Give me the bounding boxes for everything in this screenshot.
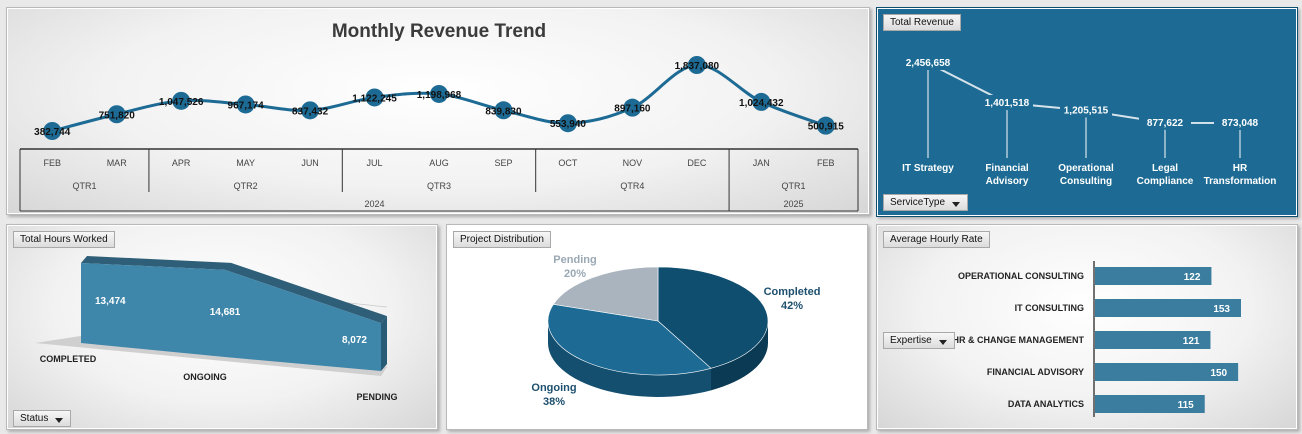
hours-value-label-1: 14,681 bbox=[210, 307, 241, 318]
project-distribution-panel: Project Distribution Completed 42% Ongoing… bbox=[446, 224, 868, 430]
revenue-value-label-0: 382,744 bbox=[34, 127, 71, 138]
rate-category-label-1: IT CONSULTING bbox=[1015, 303, 1084, 313]
revenue-value-label-9: 897,160 bbox=[614, 104, 651, 115]
revenue-value-label-11: 1,024,432 bbox=[739, 98, 784, 109]
month-label-8: OCT bbox=[558, 158, 578, 168]
total-revenue-panel: Total Revenue 2,456,658 IT Strategy 1,401,… bbox=[876, 7, 1298, 217]
expertise-filter-button[interactable]: Expertise bbox=[883, 332, 955, 349]
revenue-value-label-12: 500,915 bbox=[808, 122, 845, 133]
quarter-label-0: QTR1 bbox=[72, 181, 96, 191]
servicetype-filter-button[interactable]: ServiceType bbox=[883, 194, 969, 211]
year-label-0: 2024 bbox=[365, 199, 385, 209]
month-label-0: FEB bbox=[43, 158, 61, 168]
hours-value-label-0: 13,474 bbox=[95, 296, 126, 307]
rate-value-label-0: 122 bbox=[1184, 272, 1201, 283]
service-value-label-3: 877,622 bbox=[1147, 118, 1184, 129]
service-value-label-0: 2,456,658 bbox=[906, 58, 951, 69]
revenue-value-label-2: 1,047,526 bbox=[159, 97, 204, 108]
project-distribution-chart: Completed 42% Ongoing 38% Pending 20% bbox=[531, 254, 821, 408]
month-label-4: JUN bbox=[301, 158, 319, 168]
total-hours-panel: Total Hours Worked 13,474 14,681 8,072 COMP… bbox=[6, 224, 438, 430]
service-category-label-2-0: Operational bbox=[1058, 163, 1114, 174]
month-label-7: SEP bbox=[494, 158, 512, 168]
rate-category-label-2: HR & CHANGE MANAGEMENT bbox=[953, 335, 1085, 345]
rate-value-label-3: 150 bbox=[1210, 368, 1227, 379]
service-category-label-0-0: IT Strategy bbox=[902, 163, 954, 174]
monthly-revenue-title: Monthly Revenue Trend bbox=[332, 21, 546, 42]
revenue-value-label-8: 553,940 bbox=[550, 119, 587, 130]
pie-pct-label-1: 38% bbox=[543, 396, 565, 408]
service-value-label-1: 1,401,518 bbox=[985, 98, 1030, 109]
rate-value-label-1: 153 bbox=[1213, 304, 1230, 315]
service-category-label-4-0: HR bbox=[1233, 163, 1248, 174]
hours-value-label-2: 8,072 bbox=[342, 335, 367, 346]
hourly-rate-chart: OPERATIONAL CONSULTING 122 IT CONSULTING 15… bbox=[953, 261, 1241, 417]
service-category-label-4-1: Transformation bbox=[1204, 176, 1277, 187]
pie-name-label-0: Completed bbox=[764, 286, 821, 298]
month-label-6: AUG bbox=[429, 158, 449, 168]
revenue-value-label-3: 967,174 bbox=[228, 100, 265, 111]
month-label-12: FEB bbox=[817, 158, 835, 168]
month-label-5: JUL bbox=[367, 158, 383, 168]
monthly-revenue-panel: Monthly Revenue Trend 382,744 751,820 1,04… bbox=[6, 7, 870, 215]
rate-category-label-0: OPERATIONAL CONSULTING bbox=[958, 271, 1084, 281]
service-category-label-1-1: Advisory bbox=[986, 176, 1029, 187]
area-right-face bbox=[381, 316, 387, 371]
revenue-value-label-10: 1,837,080 bbox=[675, 61, 720, 72]
rate-category-label-4: DATA ANALYTICS bbox=[1008, 399, 1084, 409]
hourly-rate-panel: Average Hourly Rate OPERATIONAL CONSULTI… bbox=[876, 224, 1298, 430]
quarter-label-2: QTR3 bbox=[427, 181, 451, 191]
month-label-2: APR bbox=[172, 158, 191, 168]
service-category-label-3-1: Compliance bbox=[1137, 176, 1194, 187]
pie-name-label-2: Pending bbox=[553, 254, 596, 266]
status-filter-button[interactable]: Status bbox=[13, 410, 72, 427]
quarter-label-3: QTR4 bbox=[620, 181, 644, 191]
revenue-value-label-5: 1,122,245 bbox=[352, 93, 397, 104]
month-label-9: NOV bbox=[623, 158, 643, 168]
quarter-label-1: QTR2 bbox=[234, 181, 258, 191]
hours-category-label-1: ONGOING bbox=[183, 372, 227, 382]
revenue-value-label-7: 839,830 bbox=[485, 106, 522, 117]
revenue-value-label-4: 837,432 bbox=[292, 106, 329, 117]
service-category-label-3-0: Legal bbox=[1152, 163, 1178, 174]
pie-name-label-1: Ongoing bbox=[531, 382, 576, 394]
month-label-3: MAY bbox=[236, 158, 255, 168]
revenue-value-label-6: 1,198,968 bbox=[417, 90, 462, 101]
service-value-label-2: 1,205,515 bbox=[1064, 105, 1109, 116]
rate-category-label-3: FINANCIAL ADVISORY bbox=[987, 367, 1084, 377]
total-revenue-chart: 2,456,658 IT Strategy 1,401,518 Financial Ad… bbox=[902, 55, 1277, 187]
service-value-label-4: 873,048 bbox=[1222, 118, 1259, 129]
pie-pct-label-0: 42% bbox=[781, 300, 803, 312]
revenue-value-label-1: 751,820 bbox=[99, 110, 136, 121]
hours-category-label-2: PENDING bbox=[356, 392, 397, 402]
month-label-11: JAN bbox=[753, 158, 770, 168]
quarter-label-4: QTR1 bbox=[782, 181, 806, 191]
monthly-revenue-chart: Monthly Revenue Trend 382,744 751,820 1,04… bbox=[19, 21, 859, 212]
rate-value-label-2: 121 bbox=[1183, 336, 1200, 347]
total-hours-chart: 13,474 14,681 8,072 COMPLETED ONGOING PENDING bbox=[35, 255, 398, 402]
hours-category-label-0: COMPLETED bbox=[40, 354, 97, 364]
pie-pct-label-2: 20% bbox=[564, 268, 586, 280]
month-label-1: MAR bbox=[107, 158, 128, 168]
year-label-1: 2025 bbox=[784, 199, 804, 209]
service-category-label-1-0: Financial bbox=[985, 163, 1029, 174]
month-label-10: DEC bbox=[687, 158, 707, 168]
service-category-label-2-1: Consulting bbox=[1060, 176, 1112, 187]
rate-value-label-4: 115 bbox=[1178, 400, 1195, 411]
